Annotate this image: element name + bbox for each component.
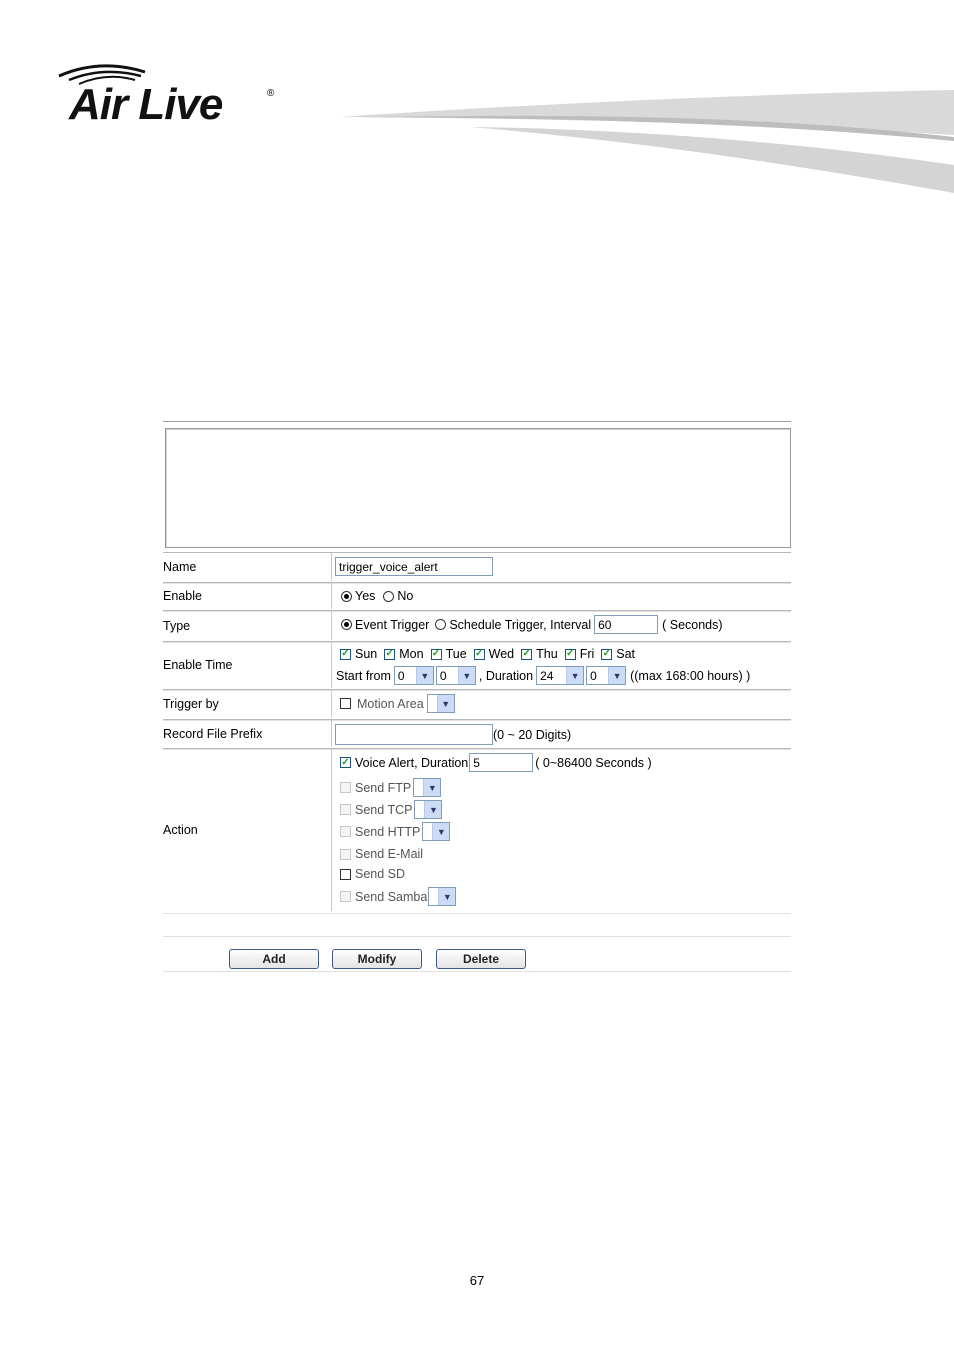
enable-no-radio[interactable]	[383, 590, 395, 602]
record-prefix-label: Record File Prefix	[163, 720, 332, 747]
name-input[interactable]: trigger_voice_alert	[335, 557, 493, 576]
record-prefix-hint: (0 ~ 20 Digits)	[493, 727, 572, 742]
enable-time-label: Enable Time	[163, 642, 332, 688]
voice-duration-input[interactable]: 5	[469, 753, 534, 772]
event-trigger-label: Event Trigger	[355, 617, 430, 632]
enable-label: Enable	[163, 583, 332, 609]
row-enable: Enable Yes No	[163, 582, 791, 612]
trigger-by-label: Trigger by	[163, 690, 332, 718]
chevron-down-icon: ▼	[438, 888, 456, 905]
enable-yes-radio[interactable]	[341, 590, 352, 602]
interval-input[interactable]: 60	[594, 615, 659, 634]
row-name: Name trigger_voice_alert	[163, 552, 791, 584]
motion-area-select[interactable]: ▼	[426, 694, 455, 713]
day-tue-checkbox[interactable]: ✓	[430, 648, 442, 660]
day-fri-checkbox[interactable]: ✓	[564, 648, 576, 660]
start-hour-select[interactable]: 0 ▼	[393, 666, 434, 685]
send-samba-label: Send Samba	[355, 889, 428, 904]
send-tcp-checkbox[interactable]	[340, 804, 351, 815]
day-sat-checkbox[interactable]: ✓	[601, 648, 613, 660]
row-enable-time: Enable Time ✓ Sun ✓ Mon ✓ Tue ✓ Wed ✓ Thu ✓ Fr…	[163, 641, 791, 691]
event-trigger-radio[interactable]	[341, 619, 352, 630]
event-list[interactable]	[165, 428, 791, 548]
delete-button[interactable]: Delete	[436, 949, 526, 969]
chevron-down-icon: ▼	[424, 801, 442, 818]
chevron-down-icon: ▼	[566, 667, 584, 684]
max-duration-note: ((max 168:00 hours) )	[630, 668, 751, 683]
day-sun-checkbox[interactable]: ✓	[340, 648, 351, 660]
event-list-box	[163, 421, 791, 550]
day-thu-label: Thu	[536, 647, 558, 661]
day-wed-checkbox[interactable]: ✓	[473, 648, 485, 660]
record-prefix-input[interactable]	[335, 724, 493, 745]
chevron-down-icon: ▼	[457, 667, 475, 684]
header-swoosh	[340, 90, 954, 193]
chevron-down-icon: ▼	[436, 695, 454, 712]
duration-hour-select[interactable]: 24 ▼	[536, 666, 585, 685]
send-http-select[interactable]: ▼	[422, 822, 451, 841]
row-action: Action ✓ Voice Alert, Duration 5 ( 0~864…	[163, 748, 791, 914]
enable-no-label: No	[397, 589, 414, 603]
registered-mark: ®	[267, 88, 275, 99]
duration-minute-select[interactable]: 0 ▼	[586, 666, 627, 685]
schedule-trigger-label: Schedule Trigger, Interval	[449, 617, 592, 632]
chevron-down-icon: ▼	[415, 667, 433, 684]
start-minute-select[interactable]: 0 ▼	[435, 666, 476, 685]
logo-wordmark: Air Live	[69, 80, 223, 129]
name-label: Name	[163, 553, 332, 581]
chevron-down-icon: ▼	[423, 779, 441, 796]
day-fri-label: Fri	[579, 647, 595, 661]
send-http-label: Send HTTP	[355, 824, 421, 839]
button-bar-top-divider	[163, 936, 791, 937]
event-config-panel: Name trigger_voice_alert Enable Yes No T…	[163, 421, 791, 981]
day-wed-label: Wed	[488, 647, 515, 661]
type-label: Type	[163, 611, 332, 640]
day-mon-label: Mon	[399, 647, 424, 661]
send-ftp-select[interactable]: ▼	[413, 778, 442, 797]
day-mon-checkbox[interactable]: ✓	[384, 648, 396, 660]
send-ftp-label: Send FTP	[355, 780, 412, 795]
chevron-down-icon: ▼	[608, 667, 626, 684]
motion-area-checkbox[interactable]	[340, 698, 351, 709]
day-sat-label: Sat	[616, 647, 636, 661]
modify-button[interactable]: Modify	[332, 949, 422, 969]
row-type: Type Event Trigger Schedule Trigger, Int…	[163, 610, 791, 643]
send-http-checkbox[interactable]	[340, 826, 351, 837]
send-tcp-select[interactable]: ▼	[414, 800, 443, 819]
add-button[interactable]: Add	[229, 949, 319, 969]
motion-area-label: Motion Area	[357, 696, 424, 711]
start-from-label: Start from	[336, 668, 391, 683]
send-ftp-checkbox[interactable]	[340, 782, 351, 793]
voice-duration-hint: ( 0~86400 Seconds )	[535, 755, 652, 770]
days-group: ✓ Sun ✓ Mon ✓ Tue ✓ Wed ✓ Thu ✓ Fri ✓ Sat	[340, 647, 635, 661]
button-bar-bottom-divider	[163, 971, 791, 972]
row-trigger-by: Trigger by Motion Area ▼	[163, 689, 791, 721]
send-sd-checkbox[interactable]	[340, 868, 351, 880]
page-number: 67	[469, 1273, 485, 1288]
duration-label: , Duration	[478, 668, 534, 683]
send-sd-label: Send SD	[355, 867, 406, 881]
schedule-trigger-radio[interactable]	[435, 619, 447, 630]
chevron-down-icon: ▼	[432, 823, 450, 840]
row-record-prefix: Record File Prefix (0 ~ 20 Digits)	[163, 719, 791, 750]
send-samba-checkbox[interactable]	[340, 891, 351, 902]
interval-unit: ( Seconds)	[662, 617, 723, 632]
day-sun-label: Sun	[355, 647, 378, 661]
time-range-group: Start from 0 ▼ 0 ▼ , Duration 24 ▼ 0 ▼ ((max…	[336, 666, 750, 685]
airlive-logo: Air Live ®	[55, 60, 285, 130]
day-tue-label: Tue	[445, 647, 467, 661]
send-email-label: Send E-Mail	[355, 847, 424, 861]
send-tcp-label: Send TCP	[355, 802, 413, 817]
action-label: Action	[163, 749, 332, 911]
voice-alert-checkbox[interactable]: ✓	[340, 757, 351, 768]
day-thu-checkbox[interactable]: ✓	[521, 648, 533, 660]
send-email-checkbox[interactable]	[340, 848, 351, 860]
send-samba-select[interactable]: ▼	[428, 887, 457, 906]
enable-yes-label: Yes	[355, 589, 376, 603]
voice-alert-label: Voice Alert, Duration	[355, 755, 469, 770]
